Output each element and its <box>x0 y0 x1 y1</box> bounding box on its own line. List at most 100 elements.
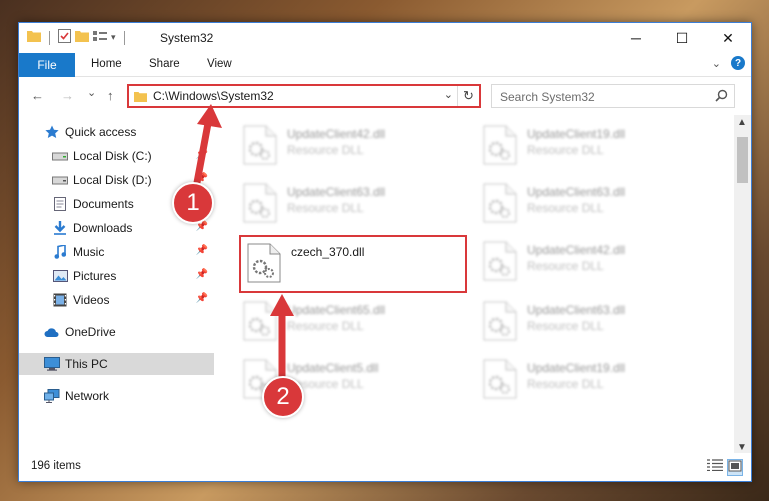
close-button[interactable]: ✕ <box>705 23 751 53</box>
callout-badge-1: 1 <box>172 182 214 224</box>
sidebar-item-label: Videos <box>73 293 110 307</box>
search-placeholder[interactable]: Search System32 <box>500 90 595 104</box>
minimize-button[interactable]: ─ <box>613 23 659 53</box>
music-icon <box>51 244 69 260</box>
file-name: UpdateClient42.dll <box>527 243 626 257</box>
sidebar-item-label: Quick access <box>65 125 137 139</box>
window-title: System32 <box>160 31 214 45</box>
file-type: Resource DLL <box>527 377 604 391</box>
scrollbar-thumb[interactable] <box>737 137 748 183</box>
file-item[interactable]: UpdateClient63.dll Resource DLL <box>237 177 467 229</box>
address-path[interactable]: C:\Windows\System32 <box>153 89 274 103</box>
sidebar-item-videos[interactable]: Videos 📌 <box>19 289 214 311</box>
drive-icon <box>51 148 69 164</box>
file-item[interactable]: UpdateClient65.dll Resource DLL <box>237 295 467 347</box>
file-item[interactable]: UpdateClient42.dll Resource DLL <box>477 235 707 287</box>
sidebar-item-label: Downloads <box>73 221 133 235</box>
expand-ribbon-icon[interactable]: ⌄ <box>712 57 721 70</box>
file-item[interactable]: UpdateClient42.dll Resource DLL <box>237 119 467 171</box>
toolbar-divider <box>49 30 50 45</box>
file-name: UpdateClient63.dll <box>527 185 626 199</box>
file-name: UpdateClient5.dll <box>287 361 379 375</box>
search-box[interactable]: Search System32 <box>491 84 735 108</box>
window-controls: ─ ☐ ✕ <box>613 23 751 53</box>
sidebar-item-quick-access[interactable]: Quick access <box>19 121 214 143</box>
large-icons-view-icon[interactable] <box>727 459 743 476</box>
sidebar-item-label: This PC <box>65 357 108 371</box>
sidebar-item-this-pc[interactable]: This PC <box>19 353 214 375</box>
dll-file-icon <box>483 183 517 223</box>
help-icon[interactable]: ? <box>731 56 745 70</box>
sidebar-item-label: Local Disk (D:) <box>73 173 152 187</box>
file-item[interactable]: UpdateClient63.dll Resource DLL <box>477 177 707 229</box>
sidebar-item-label: Documents <box>73 197 134 211</box>
pictures-icon <box>51 268 69 284</box>
pin-icon: 📌 <box>195 245 208 256</box>
network-icon <box>43 388 61 404</box>
drive-icon <box>51 172 69 188</box>
sidebar-item-label: OneDrive <box>65 325 116 339</box>
sidebar-item-network[interactable]: Network <box>19 385 214 407</box>
file-type: Resource DLL <box>287 319 364 333</box>
sidebar-item-pictures[interactable]: Pictures 📌 <box>19 265 214 287</box>
dll-file-icon <box>243 301 277 341</box>
folder-icon <box>27 30 41 45</box>
cloud-icon <box>43 324 61 340</box>
new-folder-icon[interactable] <box>75 30 89 45</box>
file-item[interactable]: UpdateClient63.dll Resource DLL <box>477 295 707 347</box>
tab-view[interactable]: View <box>207 58 232 70</box>
callout-badge-2: 2 <box>262 376 304 418</box>
file-type: Resource DLL <box>527 319 604 333</box>
navigation-bar: ← → ⌄ ↑ C:\Windows\System32 ⌄ ↻ Search S… <box>19 78 751 114</box>
tab-share[interactable]: Share <box>149 58 180 70</box>
pin-icon: 📌 <box>195 269 208 280</box>
address-bar[interactable]: C:\Windows\System32 ⌄ ↻ <box>127 84 481 108</box>
documents-icon <box>51 196 69 212</box>
dll-file-icon <box>247 243 281 283</box>
file-item[interactable]: UpdateClient19.dll Resource DLL <box>477 119 707 171</box>
scroll-down-icon[interactable]: ▼ <box>737 442 747 453</box>
star-icon <box>43 124 61 140</box>
forward-button[interactable]: → <box>61 88 74 103</box>
file-name: UpdateClient63.dll <box>527 303 626 317</box>
videos-icon <box>51 292 69 308</box>
file-type: Resource DLL <box>287 143 364 157</box>
view-toggle-buttons <box>707 459 743 476</box>
recent-locations-button[interactable]: ⌄ <box>87 86 96 99</box>
sidebar-item-label: Music <box>73 245 105 259</box>
dll-file-icon <box>483 359 517 399</box>
file-name: UpdateClient65.dll <box>287 303 386 317</box>
details-view-icon[interactable] <box>707 459 723 476</box>
file-type: Resource DLL <box>527 259 604 273</box>
sidebar-item-label: Pictures <box>73 269 117 283</box>
download-icon <box>51 220 69 236</box>
tab-home[interactable]: Home <box>91 58 122 70</box>
pin-icon: 📌 <box>195 293 208 304</box>
back-button[interactable]: ← <box>31 88 44 103</box>
tab-file[interactable]: File <box>19 53 75 77</box>
search-icon[interactable] <box>715 89 728 105</box>
file-item[interactable]: UpdateClient19.dll Resource DLL <box>477 353 707 405</box>
status-bar: 196 items <box>19 453 751 481</box>
refresh-button[interactable]: ↻ <box>457 86 479 106</box>
customize-icon[interactable] <box>93 30 107 45</box>
toolbar-divider <box>123 30 125 45</box>
dll-file-icon <box>243 183 277 223</box>
quick-access-toolbar: ▾ <box>27 29 129 46</box>
maximize-button[interactable]: ☐ <box>659 23 705 53</box>
scroll-up-icon[interactable]: ▲ <box>737 117 747 128</box>
navigation-pane: Quick access Local Disk (C:) 📌 Local Dis… <box>19 115 214 455</box>
sidebar-item-onedrive[interactable]: OneDrive <box>19 321 214 343</box>
vertical-scrollbar[interactable]: ▲ ▼ <box>734 115 751 455</box>
up-button[interactable]: ↑ <box>107 88 114 103</box>
properties-icon[interactable] <box>58 29 71 46</box>
dll-file-icon <box>243 125 277 165</box>
highlighted-file-item[interactable]: czech_370.dll <box>239 235 467 293</box>
file-name: UpdateClient42.dll <box>287 127 386 141</box>
sidebar-item-local-disk-c[interactable]: Local Disk (C:) 📌 <box>19 145 214 167</box>
address-dropdown-icon[interactable]: ⌄ <box>444 88 453 101</box>
file-type: Resource DLL <box>527 201 604 215</box>
sidebar-item-music[interactable]: Music 📌 <box>19 241 214 263</box>
item-count: 196 items <box>31 460 81 472</box>
customize-dropdown-icon[interactable]: ▾ <box>111 32 116 43</box>
